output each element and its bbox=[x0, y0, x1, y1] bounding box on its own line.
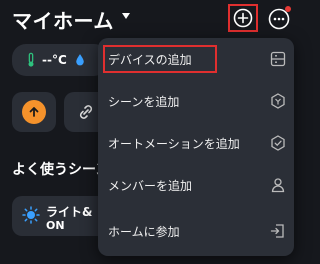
link-icon bbox=[79, 105, 93, 119]
plus-circle-icon bbox=[233, 8, 253, 28]
weather-widget[interactable]: --°C bbox=[12, 44, 108, 76]
scene-hexagon-icon bbox=[271, 93, 285, 109]
thermometer-icon bbox=[28, 52, 34, 67]
menu-item-label: ホームに参加 bbox=[108, 224, 180, 239]
chevron-down-icon[interactable] bbox=[122, 13, 130, 19]
device-panel-icon bbox=[270, 51, 286, 67]
add-menu: デバイスの追加 シーンを追加 オートメーションを追加 メンバーを追加 ホームに参… bbox=[98, 38, 294, 256]
menu-item-add-automation[interactable]: オートメーションを追加 bbox=[98, 125, 294, 161]
humidity-drop-icon bbox=[76, 54, 84, 66]
person-icon bbox=[271, 178, 285, 193]
quick-tile-upload[interactable] bbox=[12, 92, 56, 132]
menu-item-join-home[interactable]: ホームに参加 bbox=[98, 213, 294, 249]
scene-state: ON bbox=[46, 219, 65, 232]
section-title: よく使うシーン bbox=[12, 162, 110, 178]
menu-item-label: メンバーを追加 bbox=[108, 178, 193, 193]
temperature-value: --°C bbox=[42, 53, 67, 67]
menu-item-label: デバイスの追加 bbox=[108, 52, 192, 67]
menu-item-add-device[interactable]: デバイスの追加 bbox=[98, 41, 294, 77]
menu-item-label: オートメーションを追加 bbox=[108, 136, 240, 151]
notification-dot bbox=[285, 6, 291, 12]
menu-item-add-member[interactable]: メンバーを追加 bbox=[98, 167, 294, 203]
menu-item-add-scene[interactable]: シーンを追加 bbox=[98, 83, 294, 119]
page-title[interactable]: マイホーム bbox=[12, 5, 114, 34]
automation-shield-icon bbox=[271, 135, 285, 151]
menu-item-label: シーンを追加 bbox=[108, 94, 180, 109]
scene-name: ライト& bbox=[46, 205, 93, 219]
add-button[interactable] bbox=[228, 4, 258, 32]
join-home-icon bbox=[270, 224, 284, 238]
arrow-up-icon bbox=[22, 100, 46, 124]
sun-icon bbox=[22, 206, 40, 224]
